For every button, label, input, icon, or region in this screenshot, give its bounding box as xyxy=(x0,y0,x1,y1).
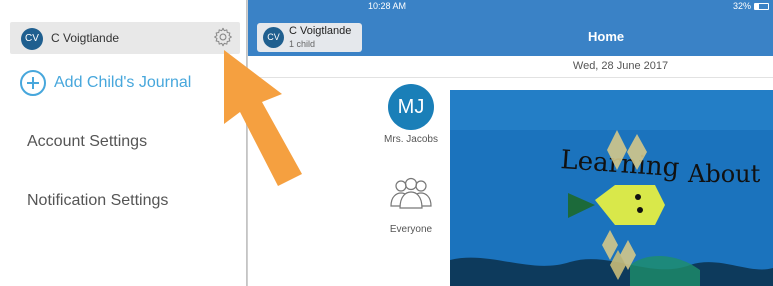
user-avatar: CV xyxy=(263,27,284,48)
group-icon[interactable] xyxy=(387,176,435,212)
battery-percent: 32% xyxy=(732,1,751,11)
battery-icon xyxy=(754,3,769,10)
status-time: 10:28 AM xyxy=(368,1,407,11)
annotation-arrow-icon xyxy=(224,50,302,186)
current-user-row[interactable]: CV C Voigtlande xyxy=(10,22,240,54)
account-settings-item[interactable]: Account Settings xyxy=(27,133,147,151)
journal-photo[interactable]: Learning About xyxy=(450,90,773,286)
nav-bar: CV C Voigtlande 1 child Home xyxy=(248,13,773,56)
divider xyxy=(248,77,773,78)
teacher-avatar[interactable]: MJ xyxy=(388,84,434,130)
audience-label: Everyone xyxy=(389,224,433,235)
user-name: C Voigtlande xyxy=(51,31,120,45)
gear-icon[interactable] xyxy=(212,26,234,48)
photo-artwork: Learning About xyxy=(450,90,773,286)
status-bar: 10:28 AM 32% xyxy=(248,0,773,13)
user-name: C Voigtlande xyxy=(289,25,352,37)
teacher-name: Mrs. Jacobs xyxy=(384,134,438,145)
notification-settings-item[interactable]: Notification Settings xyxy=(27,192,168,210)
user-avatar: CV xyxy=(21,28,43,50)
add-child-journal-label: Add Child's Journal xyxy=(54,74,192,91)
page-title: Home xyxy=(588,29,625,44)
plus-circle-icon xyxy=(20,70,46,96)
feed-date: Wed, 28 June 2017 xyxy=(572,60,669,72)
home-screen: 10:28 AM 32% CV C Voigtlande 1 child Hom… xyxy=(248,0,773,286)
photo-text-2: About xyxy=(687,160,761,188)
